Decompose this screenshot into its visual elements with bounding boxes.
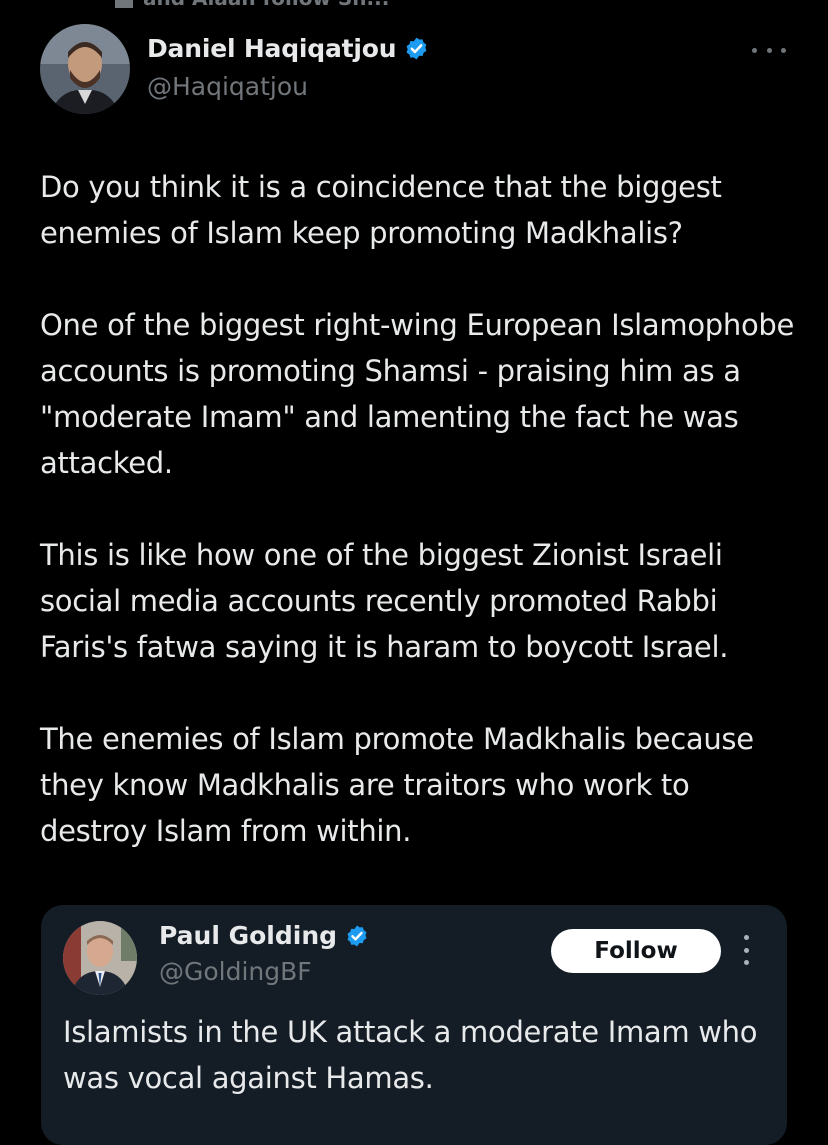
tweet-text: Do you think it is a coincidence that th… xyxy=(40,164,800,900)
tweet-paragraph: The enemies of Islam promote Madkhalis b… xyxy=(40,722,754,848)
verified-badge-icon xyxy=(345,924,369,948)
verified-badge-icon xyxy=(404,36,429,61)
follow-button[interactable]: Follow xyxy=(551,929,721,973)
quoted-author-name[interactable]: Paul Golding xyxy=(159,921,337,950)
author-handle[interactable]: @Haqiqatjou xyxy=(147,72,308,101)
quoted-author-handle[interactable]: @GoldingBF xyxy=(159,957,312,986)
social-context-line[interactable]: and Alaan follow Sh... xyxy=(115,0,389,8)
author-avatar-image xyxy=(40,24,130,114)
social-context-text: and Alaan follow Sh... xyxy=(143,0,389,8)
more-vertical-icon[interactable] xyxy=(741,935,751,965)
quoted-tweet-card[interactable]: Paul Golding @GoldingBF Follow Islamists… xyxy=(41,905,787,1145)
person-icon xyxy=(115,0,133,8)
author-avatar[interactable] xyxy=(40,24,130,114)
tweet-paragraph: Do you think it is a coincidence that th… xyxy=(40,170,722,250)
quoted-author-avatar-image xyxy=(63,921,137,995)
more-horizontal-icon[interactable] xyxy=(752,40,786,60)
tweet-paragraph: This is like how one of the biggest Zion… xyxy=(40,538,729,664)
quoted-tweet-text: Islamists in the UK attack a moderate Im… xyxy=(63,1015,758,1095)
author-name[interactable]: Daniel Haqiqatjou xyxy=(147,34,397,63)
tweet-paragraph: One of the biggest right-wing European I… xyxy=(40,308,795,480)
quoted-author-avatar[interactable] xyxy=(63,921,137,995)
